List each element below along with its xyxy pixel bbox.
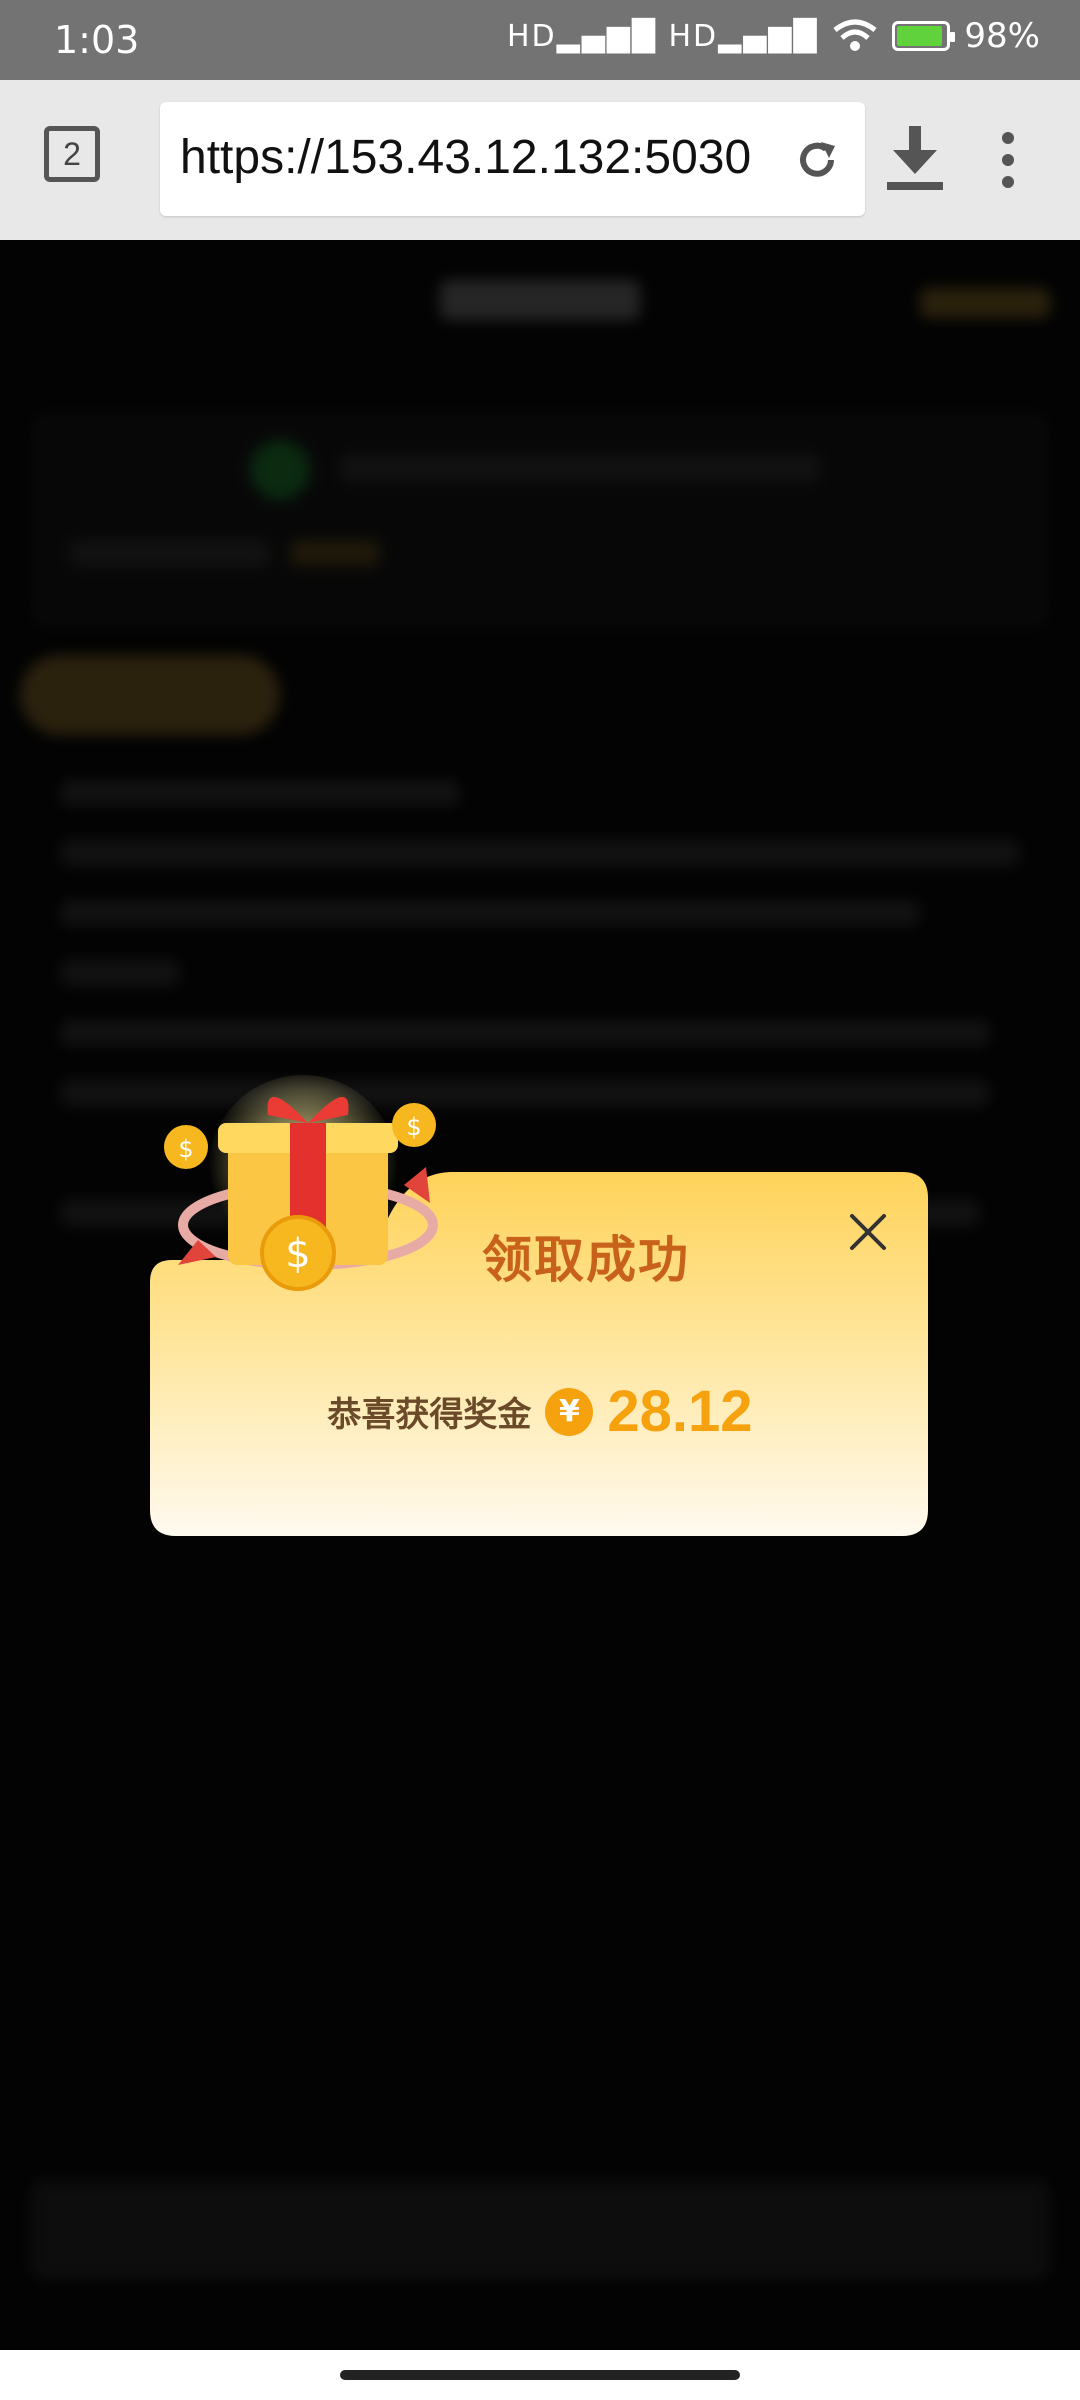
svg-text:$: $ [285,1231,310,1277]
download-icon[interactable] [885,124,945,192]
status-icons: HD▂▄▆█ HD▂▄▆█ 98% [507,16,1040,56]
reload-icon[interactable] [793,136,841,184]
gift-box-illustration: $ $ $ [164,1075,438,1291]
browser-toolbar: 2 https://153.43.12.132:5030 [0,80,1080,240]
signal-icon: HD▂▄▆█ HD▂▄▆█ [506,18,819,54]
tabs-button[interactable]: 2 [44,126,100,182]
svg-text:$: $ [406,1113,421,1141]
battery-percentage: 98% [964,16,1040,56]
gesture-handle[interactable] [340,2370,740,2380]
dialog-title: 领取成功 [482,1231,690,1289]
wifi-icon [833,19,877,51]
svg-text:$: $ [178,1135,193,1163]
more-options-icon[interactable] [996,132,1020,188]
battery-icon [892,21,956,51]
status-time: 1:03 [54,18,140,62]
reward-amount: 28.12 [607,1379,753,1444]
reward-row: 恭喜获得奖金 ¥ 28.12 [150,1378,930,1445]
address-bar[interactable]: https://153.43.12.132:5030 [160,102,865,216]
reward-label: 恭喜获得奖金 [327,1395,532,1435]
status-bar: 1:03 HD▂▄▆█ HD▂▄▆█ 98% [0,0,1080,80]
close-icon[interactable] [848,1212,888,1252]
url-text[interactable]: https://153.43.12.132:5030 [180,130,770,185]
yuan-coin-icon: ¥ [545,1387,594,1436]
